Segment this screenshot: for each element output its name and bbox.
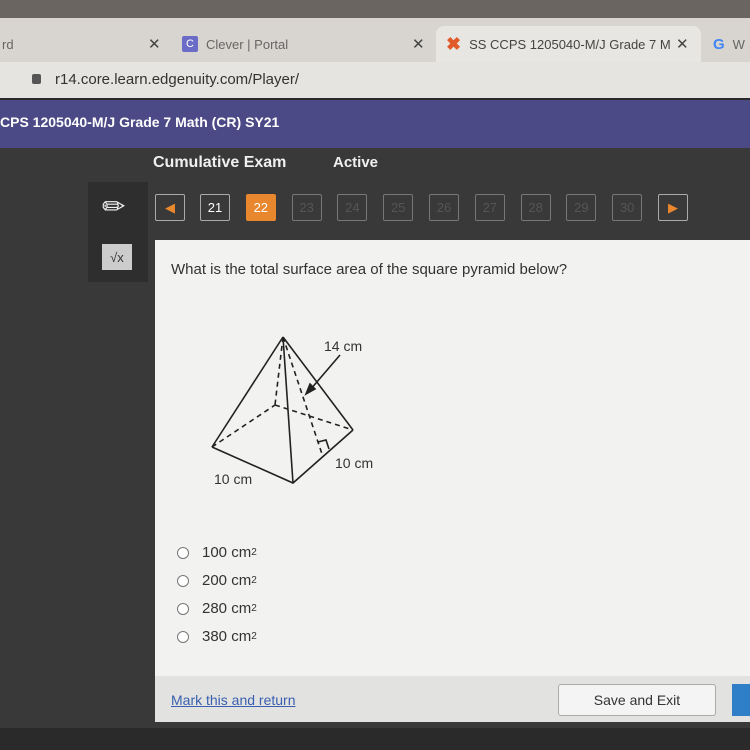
tab-title: W xyxy=(732,36,745,52)
question-panel: What is the total surface area of the sq… xyxy=(155,240,750,676)
url-text: r14.core.learn.edgenuity.com/Player/ xyxy=(55,71,300,88)
exam-status: Active xyxy=(333,154,379,171)
prev-page-button[interactable]: ◀ xyxy=(155,194,185,221)
option-value: 380 cm xyxy=(202,628,252,645)
page-button-21[interactable]: 21 xyxy=(200,194,230,221)
slant-arrow xyxy=(309,354,341,391)
option-exponent: 2 xyxy=(251,603,257,614)
course-header: CPS 1205040-M/J Grade 7 Math (CR) SY21 xyxy=(0,100,750,148)
side-label-right: 10 cm xyxy=(335,455,373,471)
slant-label: 14 cm xyxy=(324,338,362,354)
close-icon[interactable]: ✕ xyxy=(412,35,425,53)
radio-button[interactable] xyxy=(177,630,189,643)
radio-button[interactable] xyxy=(177,574,189,587)
pyramid-figure: 14 cm 10 cm 10 cm xyxy=(211,336,373,487)
tab-title: rd xyxy=(2,36,14,52)
tab-1[interactable]: rd ✕ xyxy=(0,26,170,62)
tab-google[interactable]: GW xyxy=(705,26,750,62)
tab-clever[interactable]: C Clever | Portal ✕ xyxy=(172,26,432,62)
answer-option[interactable]: 100 cm 2 xyxy=(177,544,257,561)
tab-title: SS CCPS 1205040-M/J Grade 7 M xyxy=(469,36,671,52)
page-button-24[interactable]: 24 xyxy=(337,194,368,221)
page-button-25[interactable]: 25 xyxy=(383,194,414,221)
tab-edgenuity[interactable]: ✖ SS CCPS 1205040-M/J Grade 7 M ✕ xyxy=(436,26,701,62)
exam-title: Cumulative Exam xyxy=(153,154,287,171)
mark-and-return-link[interactable]: Mark this and return xyxy=(171,692,296,708)
caret-left-icon: ◀ xyxy=(165,199,175,215)
page-button-28[interactable]: 28 xyxy=(520,194,551,221)
side-label-left: 10 cm xyxy=(214,471,252,487)
lock-icon xyxy=(32,74,41,84)
option-exponent: 2 xyxy=(251,575,257,586)
option-value: 280 cm xyxy=(202,600,252,617)
radio-button[interactable] xyxy=(177,546,189,559)
pencil-icon[interactable]: ✏ xyxy=(102,190,125,223)
clever-icon: C xyxy=(182,36,198,52)
page-button-29[interactable]: 29 xyxy=(566,194,597,221)
page-button-27[interactable]: 27 xyxy=(474,194,505,221)
course-title: CPS 1205040-M/J Grade 7 Math (CR) SY21 xyxy=(0,114,280,130)
next-page-button[interactable]: ▶ xyxy=(658,194,688,221)
edgenuity-icon: ✖ xyxy=(446,33,462,54)
radio-button[interactable] xyxy=(177,602,189,615)
tool-column: ✏ √x xyxy=(88,182,148,282)
address-bar[interactable]: r14.core.learn.edgenuity.com/Player/ xyxy=(0,62,750,98)
option-exponent: 2 xyxy=(251,547,257,558)
tab-title: Clever | Portal xyxy=(206,36,289,52)
page-button-26[interactable]: 26 xyxy=(429,194,459,221)
caret-right-icon: ▶ xyxy=(668,199,678,215)
tab-bar: rd ✕ C Clever | Portal ✕ ✖ SS CCPS 1205040-M… xyxy=(0,0,750,62)
answer-option[interactable]: 380 cm 2 xyxy=(177,628,257,645)
edge xyxy=(211,336,284,448)
page-button-22[interactable]: 22 xyxy=(245,194,276,221)
option-exponent: 2 xyxy=(251,631,257,642)
answer-option[interactable]: 200 cm 2 xyxy=(177,572,257,589)
option-value: 100 cm xyxy=(202,544,252,561)
save-and-exit-button[interactable]: Save and Exit xyxy=(558,684,716,716)
page-button-30[interactable]: 30 xyxy=(612,194,643,221)
square-root-icon[interactable]: √x xyxy=(102,244,132,270)
option-value: 200 cm xyxy=(202,572,252,589)
close-icon[interactable]: ✕ xyxy=(148,35,161,53)
next-button[interactable] xyxy=(732,684,750,716)
close-icon[interactable]: ✕ xyxy=(676,35,689,53)
page-button-23[interactable]: 23 xyxy=(291,194,322,221)
google-icon: G xyxy=(713,35,725,53)
answer-option[interactable]: 280 cm 2 xyxy=(177,600,257,617)
footer-bar: Mark this and return Save and Exit xyxy=(155,676,750,722)
